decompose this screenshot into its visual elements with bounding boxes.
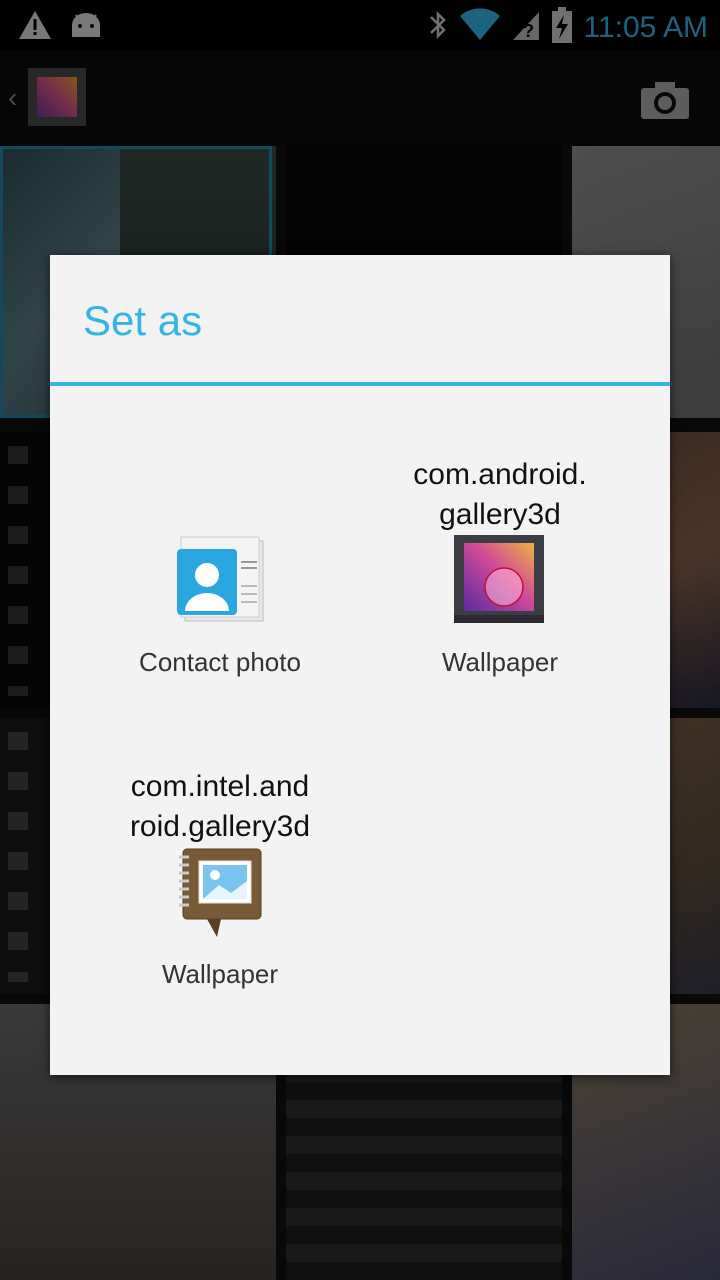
gallery-icon — [454, 535, 544, 628]
option-android-gallery-wallpaper[interactable]: com.android. gallery3d Wallpaper — [350, 455, 650, 705]
photo-album-icon — [177, 847, 263, 944]
option-label: Contact photo — [139, 647, 301, 677]
option-contact-photo[interactable]: Contact photo — [70, 455, 370, 705]
dialog-title-divider — [50, 382, 670, 386]
option-label: Wallpaper — [441, 647, 559, 677]
option-package-name: com.android. gallery3d — [413, 458, 587, 531]
contacts-icon — [177, 535, 265, 630]
option-package-name: com.intel.and roid.gallery3d — [129, 770, 311, 843]
dialog-title: Set as — [83, 297, 203, 344]
option-label: Wallpaper — [161, 959, 279, 989]
option-intel-gallery-wallpaper[interactable]: com.intel.and roid.gallery3d Wallpaper — [70, 767, 370, 1017]
set-as-dialog: Set as Contact photo com.android. galler… — [50, 255, 670, 1075]
